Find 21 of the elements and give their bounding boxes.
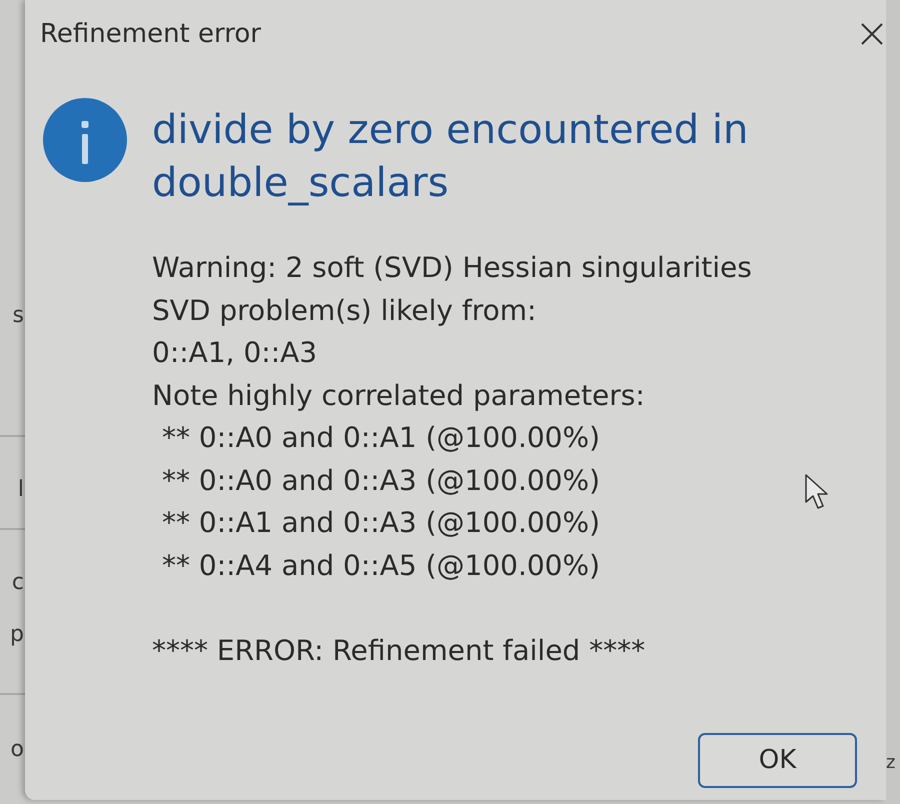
cursor-icon [805,474,829,510]
background-text: o [10,739,24,761]
message-text: SVD problem(s) likely from: [152,292,538,328]
parameter-list-text: 0::A1, 0::A3 [152,335,318,371]
background-text: s [12,305,24,327]
close-icon [860,22,884,46]
background-text: l [16,479,24,501]
warning-text: Warning: 2 soft (SVD) Hessian singularities [152,250,753,286]
message-heading: divide by zero encountered in double_scalars [152,106,750,208]
info-icon [43,98,127,182]
correlation-text: ** 0::A0 and 0::A3 (@100.00%) [162,464,600,496]
background-text: z [886,754,896,772]
error-text: **** ERROR: Refinement failed **** [152,634,646,666]
correlation-text: ** 0::A4 and 0::A5 (@100.00%) [162,548,600,582]
correlation-text: ** 0::A0 and 0::A1 (@100.00%) [162,421,600,454]
window-title: Refinement error [40,18,261,51]
background-text: c [10,572,24,594]
correlation-text: ** 0::A1 and 0::A3 (@100.00%) [162,506,600,539]
background-text: p [9,624,24,646]
note-text: Note highly correlated parameters: [152,378,646,414]
ok-button[interactable]: OK [698,733,857,788]
